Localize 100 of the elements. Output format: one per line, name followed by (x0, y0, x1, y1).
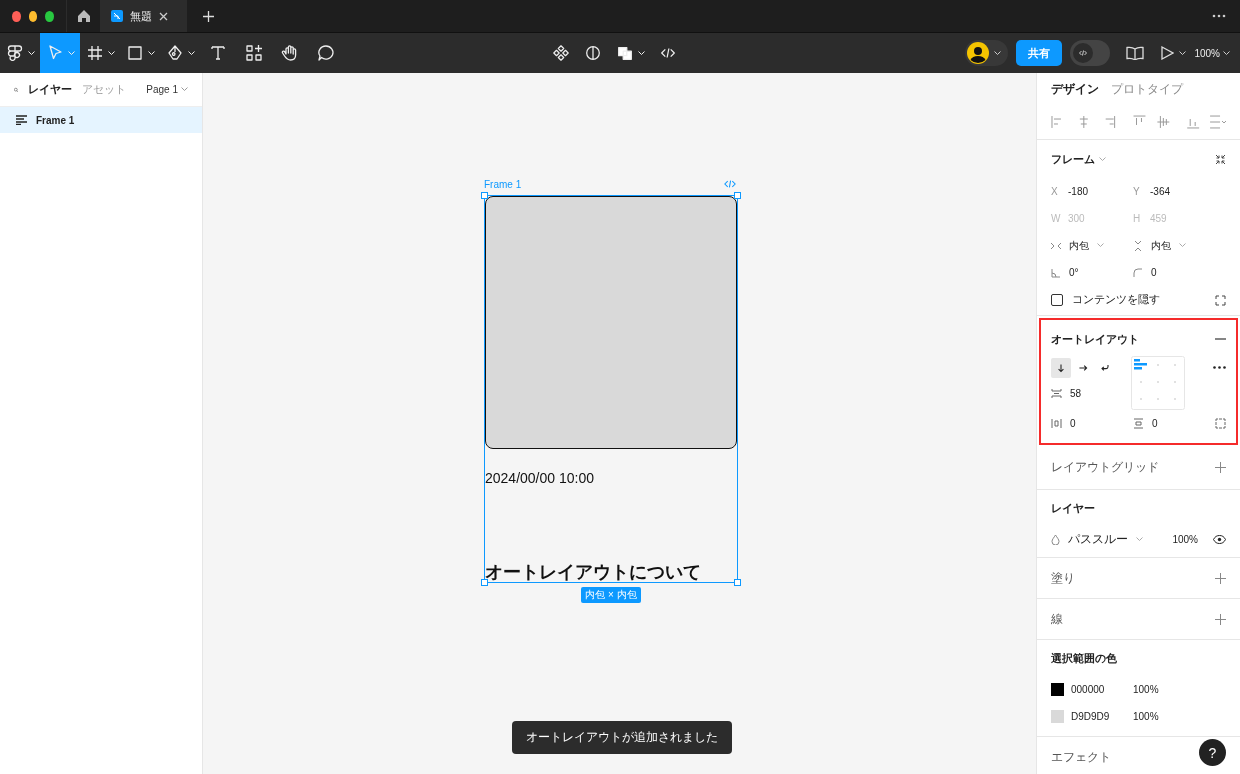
panel-tab[interactable]: レイヤー (28, 82, 73, 97)
boolean-tool[interactable] (616, 44, 645, 62)
down-arrow-icon (1055, 362, 1067, 374)
resize-handle[interactable] (734, 579, 741, 586)
number-field[interactable]: Y -364 (1133, 178, 1215, 205)
corners-icon[interactable] (1215, 295, 1226, 306)
caret-icon (1136, 536, 1143, 542)
padding-icon[interactable] (1215, 418, 1226, 429)
squares-icon (616, 44, 634, 62)
file-tab[interactable]: 無題 (101, 0, 187, 32)
rotation-field[interactable]: 0° (1051, 259, 1133, 286)
corner-icon (1133, 267, 1143, 278)
clip-content-checkbox[interactable]: コンテンツを隠す (1051, 286, 1226, 313)
add-icon[interactable] (1215, 572, 1226, 584)
eye-icon[interactable] (1213, 534, 1226, 544)
caret-icon (148, 50, 155, 56)
dev-mode-toggle[interactable] (1070, 40, 1111, 66)
opacity-value[interactable]: 100% (1133, 684, 1159, 695)
caret-icon (1097, 243, 1104, 248)
caret-icon (28, 50, 35, 56)
more-icon[interactable] (1212, 14, 1226, 18)
vertical-direction-button[interactable] (1051, 358, 1071, 378)
layer-name: Frame 1 (36, 114, 75, 126)
present-button[interactable] (1160, 46, 1187, 60)
section-title: レイヤー (1051, 500, 1095, 516)
file-icon (111, 10, 123, 22)
caret-icon (638, 50, 645, 56)
layer-item[interactable]: Frame 1 (0, 107, 202, 133)
caret-icon (108, 50, 115, 56)
opacity-value[interactable]: 100% (1133, 711, 1159, 722)
caret-icon (188, 50, 195, 56)
shapes-icon (244, 43, 264, 63)
square-icon (125, 43, 145, 63)
hex-value[interactable]: 000000 (1071, 684, 1133, 695)
minimize-window-button[interactable] (28, 10, 38, 22)
caret-icon (1099, 156, 1106, 162)
hex-value[interactable]: D9D9D9 (1071, 711, 1133, 722)
close-window-button[interactable] (12, 10, 21, 22)
caret-icon (994, 50, 1002, 56)
toast-message: オートレイアウトが追加されました (512, 721, 732, 754)
arrows-icon (1051, 240, 1061, 251)
close-icon[interactable] (159, 11, 168, 21)
heading-text[interactable]: オートレイアウトについて (485, 562, 737, 582)
component-tool[interactable] (552, 44, 570, 62)
new-tab-icon[interactable] (203, 10, 214, 22)
section-title[interactable]: エフェクト (1051, 748, 1111, 766)
book-icon[interactable] (1126, 46, 1145, 60)
section-title[interactable]: レイアウトグリッド (1051, 458, 1159, 476)
section-title[interactable]: 線 (1051, 610, 1063, 628)
avatar-icon (967, 42, 990, 64)
panel-tab[interactable]: プロトタイプ (1111, 80, 1183, 98)
zoom-dropdown[interactable]: 100% (1194, 47, 1230, 59)
maximize-window-button[interactable] (45, 10, 54, 22)
color-swatch[interactable] (1051, 683, 1064, 696)
gap-field[interactable]: 58 (1051, 380, 1131, 407)
contrast-tool[interactable] (584, 44, 602, 62)
resize-handle[interactable] (481, 192, 488, 199)
caret-icon (1179, 243, 1186, 248)
angle-icon (1051, 267, 1061, 278)
home-icon (76, 9, 91, 23)
add-icon[interactable] (1215, 461, 1226, 473)
diamond-icon (552, 44, 570, 62)
collapse-icon[interactable] (1215, 153, 1226, 165)
right-arrow-icon (1077, 362, 1089, 374)
add-icon[interactable] (1215, 613, 1226, 625)
resizing-dropdown[interactable]: 内包 (1051, 232, 1133, 259)
resize-handle[interactable] (481, 579, 488, 586)
hash-icon (85, 43, 105, 63)
caret-icon (1223, 50, 1230, 56)
code-icon (1073, 43, 1094, 63)
blend-mode-dropdown[interactable]: パススルー (1051, 530, 1143, 548)
resizing-dropdown[interactable]: 内包 (1133, 232, 1215, 259)
padding-icon (1133, 418, 1144, 429)
resize-handle[interactable] (734, 192, 741, 199)
vertical-padding-field[interactable]: 0 (1133, 410, 1215, 437)
size-badge: 内包 × 内包 (581, 587, 641, 603)
section-title[interactable]: オートレイアウト (1051, 331, 1139, 347)
section-title[interactable]: フレーム (1051, 151, 1106, 167)
more-icon[interactable] (1213, 366, 1226, 369)
lines-icon (16, 115, 28, 125)
date-text[interactable]: 2024/00/00 10:00 (485, 470, 737, 541)
help-button[interactable]: ? (1199, 739, 1226, 766)
caret-icon (181, 87, 188, 92)
section-title[interactable]: 塗り (1051, 569, 1075, 587)
opacity-field[interactable]: 100% (1172, 533, 1198, 545)
page-dropdown[interactable]: Page 1 (146, 84, 188, 95)
speech-bubble-icon (316, 43, 336, 63)
horizontal-padding-field[interactable]: 0 (1051, 410, 1133, 437)
caret-icon (68, 50, 75, 56)
number-field[interactable]: X -180 (1051, 178, 1133, 205)
corner-radius-field[interactable]: 0 (1133, 259, 1215, 286)
logo-icon (5, 43, 25, 63)
arrows-icon (1133, 240, 1143, 251)
padding-icon (1051, 418, 1062, 429)
section-title: 選択範囲の色 (1051, 650, 1117, 666)
selected-frame[interactable]: 2024/00/00 10:00 オートレイアウトについて (484, 195, 738, 583)
panel-tab[interactable]: デザイン (1051, 80, 1099, 98)
user-menu[interactable] (965, 40, 1009, 66)
play-icon (1160, 46, 1175, 60)
color-swatch[interactable] (1051, 710, 1064, 723)
